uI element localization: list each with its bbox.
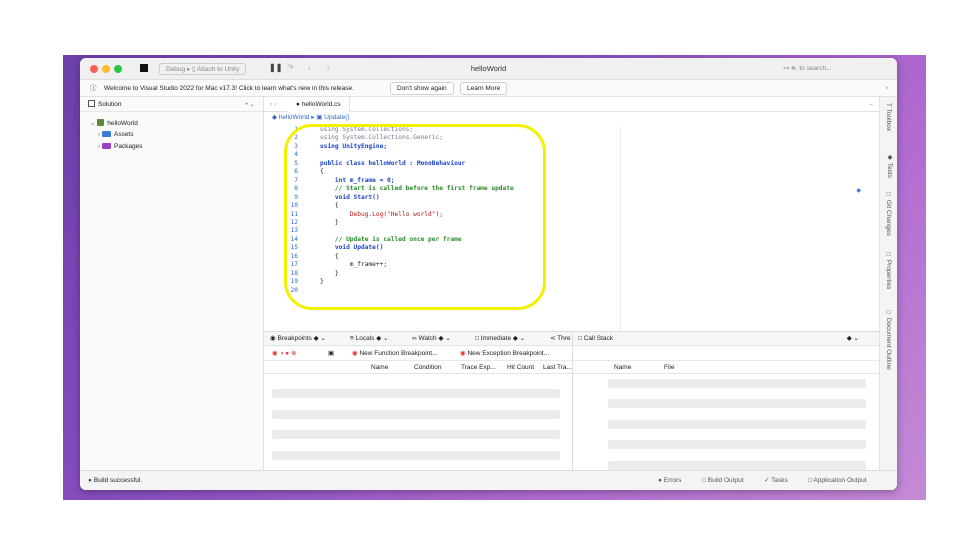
project-icon xyxy=(97,119,105,126)
solution-pad: Solution • ⌄ ⌄ helloWorld › Assets › Pac… xyxy=(80,97,264,470)
exception-add-icon: ◉ xyxy=(460,350,466,357)
breadcrumb: ◆ helloWorld ▸ ▣ Update() xyxy=(264,112,879,124)
project-label: helloWorld xyxy=(107,120,138,127)
list-item xyxy=(608,461,866,470)
call-stack-columns: Name File xyxy=(606,361,879,374)
chevron-right-icon[interactable]: › xyxy=(98,143,100,150)
tree-item-assets[interactable]: › Assets xyxy=(98,131,134,138)
class-icon: ◆ xyxy=(272,114,277,121)
build-output-button[interactable]: □ Build Output xyxy=(702,471,744,490)
tab-call-stack[interactable]: □ Call Stack xyxy=(578,332,613,346)
tab-document-outline[interactable]: □ Document Outline xyxy=(885,309,892,370)
right-pad-bar: T Toolbox ◆ Tests □ Git Changes □ Proper… xyxy=(879,97,897,470)
chevron-right-icon[interactable]: › xyxy=(98,131,100,138)
tab-watch[interactable]: ∞ Watch ◆ ⌄ xyxy=(412,332,451,346)
application-output-button[interactable]: □ Application Output xyxy=(808,471,867,490)
list-item xyxy=(272,430,560,439)
modified-dot-icon: ● xyxy=(296,101,300,108)
build-status: ● Build successful. xyxy=(88,471,142,490)
status-check-icon: ● xyxy=(88,477,92,484)
pin-icon[interactable]: • ⌄ xyxy=(245,97,255,112)
breakpoint-add-icon: ◉ xyxy=(352,350,358,357)
pad-options-icon[interactable]: ◆ ⌄ xyxy=(847,332,859,346)
list-item xyxy=(608,440,866,449)
new-function-breakpoint-button[interactable]: ◉ New Function Breakpoint... xyxy=(352,346,438,361)
tab-label: helloWorld.cs xyxy=(301,101,341,108)
debug-pads: ◉ Breakpoints ◆ ⌄ ≡ Locals ◆ ⌄ ∞ Watch ◆… xyxy=(264,331,879,471)
list-item xyxy=(608,379,866,388)
tab-git-changes[interactable]: □ Git Changes xyxy=(885,191,892,236)
list-item xyxy=(272,410,560,419)
method-icon: ▣ xyxy=(316,114,323,121)
column-header[interactable]: Name xyxy=(371,361,388,374)
solution-title: Solution xyxy=(98,101,122,108)
tasks-button[interactable]: ✓ Tasks xyxy=(764,471,788,490)
tab-breakpoints[interactable]: ◉ Breakpoints ◆ ⌄ xyxy=(270,332,326,346)
tab-properties[interactable]: □ Properties xyxy=(885,251,892,289)
tree-item-project[interactable]: ⌄ helloWorld xyxy=(90,119,138,127)
close-icon[interactable]: × xyxy=(885,80,889,97)
tab-helloworld-cs[interactable]: ● helloWorld.cs xyxy=(288,97,350,112)
title-bar: Debug ▸ ▯ Attach to Unity ❚❚ ↷ ↓ ↑ hello… xyxy=(80,58,897,80)
breadcrumb-file[interactable]: helloWorld ▸ xyxy=(279,114,315,121)
build-status-text: Build successful. xyxy=(93,477,143,484)
debug-pad-tabs: ◉ Breakpoints ◆ ⌄ ≡ Locals ◆ ⌄ ∞ Watch ◆… xyxy=(264,332,879,471)
tab-tests[interactable]: ◆ Tests xyxy=(885,153,893,178)
nav-back-icon[interactable]: ‹ › xyxy=(270,97,276,112)
column-header[interactable]: Hit Count xyxy=(507,361,534,374)
package-folder-icon xyxy=(101,143,111,149)
tab-immediate[interactable]: □ Immediate ◆ ⌄ xyxy=(475,332,525,346)
status-bar: ● Build successful. ● Errors □ Build Out… xyxy=(80,470,897,490)
breadcrumb-member[interactable]: Update() xyxy=(324,114,349,121)
solution-pad-header: Solution • ⌄ xyxy=(80,97,263,112)
breakpoint-icons[interactable]: ◉ ◑ ● ⊗ xyxy=(272,346,296,361)
dont-show-again-button[interactable]: Don't show again xyxy=(390,82,454,95)
column-guide xyxy=(620,126,621,331)
tree-item-packages[interactable]: › Packages xyxy=(98,143,143,150)
list-item xyxy=(608,420,866,429)
editor-tab-bar: ‹ › ● helloWorld.cs – xyxy=(264,97,879,112)
breakpoint-properties-icon[interactable]: ▣ xyxy=(328,346,334,361)
folder-icon xyxy=(101,131,111,137)
collapse-icon[interactable]: – xyxy=(869,97,873,112)
column-header[interactable]: Last Tra... xyxy=(543,361,572,374)
list-item xyxy=(272,451,560,460)
list-item xyxy=(608,399,866,408)
tree-item-label: Packages xyxy=(113,143,143,150)
column-header[interactable]: Trace Exp... xyxy=(461,361,496,374)
info-message: Welcome to Visual Studio 2022 for Mac v1… xyxy=(104,85,354,92)
new-exception-breakpoint-button[interactable]: ◉ New Exception Breakpoint... xyxy=(460,346,549,361)
tab-locals[interactable]: ≡ Locals ◆ ⌄ xyxy=(350,332,388,346)
breakpoint-toolbar: ◉ ◑ ● ⊗ ▣ ◉ New Function Breakpoint... ◉… xyxy=(264,346,879,361)
tab-toolbox[interactable]: T Toolbox xyxy=(885,103,892,131)
column-header[interactable]: Name xyxy=(614,361,631,374)
list-item xyxy=(272,389,560,398)
info-icon: ⓘ xyxy=(90,85,97,92)
highlight-annotation xyxy=(284,124,546,310)
tab-threads[interactable]: ⋖ Thre xyxy=(550,332,571,346)
scroll-marker-icon: ◆ xyxy=(856,188,861,194)
tree-item-label: Assets xyxy=(113,131,134,138)
window-title: helloWorld xyxy=(470,64,507,73)
global-search-input[interactable]: ⌕▾ ⌘. to search... xyxy=(779,62,887,75)
column-header[interactable]: File xyxy=(664,361,674,374)
solution-icon xyxy=(88,100,95,107)
errors-pad-button[interactable]: ● Errors xyxy=(658,471,681,490)
learn-more-button[interactable]: Learn More xyxy=(460,82,508,95)
chevron-down-icon[interactable]: ⌄ xyxy=(90,120,95,127)
info-bar: ⓘ Welcome to Visual Studio 2022 for Mac … xyxy=(80,80,897,97)
column-header[interactable]: Condition xyxy=(414,361,441,374)
